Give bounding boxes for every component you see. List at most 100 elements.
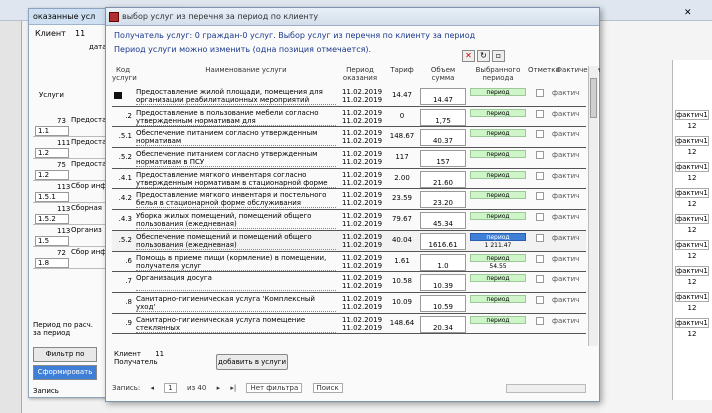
period-button[interactable]: период: [470, 274, 526, 283]
horizontal-scrollbar[interactable]: [506, 384, 586, 393]
fact-field[interactable]: фактич: [552, 296, 584, 304]
fact-field[interactable]: фактич: [552, 110, 584, 118]
select-checkbox[interactable]: [536, 109, 544, 118]
select-checkbox[interactable]: [536, 295, 544, 304]
nav-position[interactable]: 1: [164, 383, 177, 393]
select-checkbox[interactable]: [536, 171, 544, 180]
tariff-value: 10.09: [391, 297, 413, 306]
table-row[interactable]: .5.1 Обеспечение питанием согласно утверж…: [112, 127, 586, 149]
table-row[interactable]: .2 Предоставление в пользование мебели со…: [112, 107, 586, 128]
sum-field[interactable]: 23.20: [420, 191, 466, 209]
fact-field[interactable]: фактич: [552, 213, 584, 221]
period-button[interactable]: период: [470, 150, 526, 159]
select-checkbox[interactable]: [536, 89, 544, 97]
fact-field[interactable]: фактич: [552, 89, 584, 97]
table-row[interactable]: Предоставление жилой площади, помещения …: [112, 86, 586, 107]
period-button[interactable]: период: [470, 212, 526, 221]
table-row[interactable]: .6 Помощь в приеме пищи (кормление) в пом…: [112, 252, 586, 273]
sum-field[interactable]: 1.0: [420, 253, 466, 271]
add-to-services-button[interactable]: добавить в услуги: [216, 354, 288, 370]
sum-field[interactable]: 20.34: [420, 315, 466, 333]
sum-field[interactable]: 45.34: [420, 212, 466, 230]
table-row[interactable]: .9 Санитарно-гигиеническая услуга помещен…: [112, 314, 586, 335]
service-name: Обеспечение питанием согласно утвержденн…: [136, 129, 336, 147]
fact-field[interactable]: фактич: [552, 234, 584, 242]
select-checkbox[interactable]: [536, 130, 544, 139]
sum-field[interactable]: 1616.61: [420, 232, 466, 250]
date-from: 11.02.2019: [341, 232, 383, 241]
period-button[interactable]: период: [470, 170, 526, 179]
sum-field[interactable]: 10.39: [420, 274, 466, 292]
select-checkbox[interactable]: [536, 254, 544, 263]
fact-field[interactable]: фактич: [552, 130, 584, 138]
service-name: Предоставление в пользование мебели согл…: [136, 109, 336, 126]
select-checkbox[interactable]: [536, 213, 544, 222]
record-selector-icon[interactable]: [114, 92, 122, 99]
background-right-column: фактич1 12 фактич1 12 фактич1 12 фактич1 12 факт…: [672, 60, 712, 400]
refresh-icon[interactable]: ↻: [477, 50, 490, 62]
period-button[interactable]: период: [470, 294, 526, 303]
service-code-field[interactable]: 1.2: [35, 170, 69, 180]
fact-field[interactable]: фактич: [552, 255, 584, 263]
table-row[interactable]: .5.2 Обеспечение питанием согласно утверж…: [112, 148, 586, 169]
sum-field[interactable]: 1,75: [420, 108, 466, 126]
date-to: 11.02.2019: [341, 261, 383, 270]
nav-search[interactable]: Поиск: [312, 383, 343, 393]
service-name: Уборка жилых помещений, помещений общего…: [136, 212, 336, 230]
service-code-field[interactable]: 1.5.2: [35, 214, 69, 224]
service-code-field[interactable]: 1.2: [35, 148, 69, 158]
table-row[interactable]: .5.2 Обеспечение помещений и помещений об…: [112, 230, 586, 252]
period-button[interactable]: период: [470, 315, 526, 324]
period-button[interactable]: период: [470, 129, 526, 138]
sum-field[interactable]: 40.37: [420, 129, 466, 147]
nav-nofilter[interactable]: Нет фильтра: [246, 383, 303, 393]
fact-field[interactable]: фактич: [552, 192, 584, 200]
select-checkbox[interactable]: [536, 233, 544, 242]
period-button[interactable]: период: [470, 253, 526, 262]
generate-button[interactable]: Сформировать: [33, 365, 97, 380]
right-col-item: фактич1: [675, 136, 709, 146]
period-button[interactable]: период: [470, 191, 526, 200]
fact-field[interactable]: фактич: [552, 172, 584, 180]
scrollbar-thumb[interactable]: [590, 78, 597, 118]
service-name: Санитарно-гигиеническая услуга 'Комплекс…: [136, 295, 336, 312]
nav-first-icon[interactable]: ◂: [150, 384, 154, 392]
sum-field[interactable]: 10.59: [420, 294, 466, 312]
select-checkbox[interactable]: [536, 275, 544, 284]
sum-field[interactable]: 14.47: [420, 88, 466, 105]
service-code-field[interactable]: 1.1: [35, 126, 69, 136]
date-to: 11.02.2019: [341, 96, 383, 104]
fact-field[interactable]: фактич: [552, 275, 584, 283]
service-number: 113: [57, 227, 71, 235]
table-row[interactable]: .7 Организация досуга 11.02.2019 11.02.2019…: [112, 272, 586, 293]
table-row[interactable]: .4.1 Предоставление мягкого инвентаря сог…: [112, 169, 586, 190]
vertical-scrollbar[interactable]: [588, 66, 598, 346]
period-button[interactable]: период: [470, 232, 526, 241]
fact-field[interactable]: фактич: [552, 151, 584, 159]
period-button[interactable]: период: [470, 108, 526, 117]
period-button[interactable]: период: [470, 88, 526, 96]
service-name: Обеспечение помещений и помещений общего…: [136, 233, 336, 250]
right-col-value: 12: [687, 122, 697, 130]
footer-client-label: Клиент: [114, 350, 141, 358]
date-from: 11.02.2019: [341, 212, 383, 221]
filter-by-period-button[interactable]: Фильтр по периоду: [33, 347, 97, 371]
nav-last-icon[interactable]: ▸|: [230, 384, 236, 392]
fact-field[interactable]: фактич: [552, 317, 584, 325]
calendar-icon[interactable]: ▫: [492, 50, 505, 62]
select-checkbox[interactable]: [536, 192, 544, 201]
close-icon[interactable]: ✕: [684, 8, 692, 18]
service-code-field[interactable]: 1.8: [35, 258, 69, 268]
service-code-field[interactable]: 1.5.1: [35, 192, 69, 202]
service-code-field[interactable]: 1.5: [35, 236, 69, 246]
delete-icon[interactable]: ✕: [462, 50, 475, 62]
sum-field[interactable]: 157: [420, 150, 466, 168]
table-row[interactable]: .4.2 Предоставление мягкого инвентаря и п…: [112, 189, 586, 211]
table-row[interactable]: .4.3 Уборка жилых помещений, помещений об…: [112, 210, 586, 231]
right-col-item: фактич1: [675, 292, 709, 302]
select-checkbox[interactable]: [536, 151, 544, 160]
select-checkbox[interactable]: [536, 316, 544, 325]
table-row[interactable]: .8 Санитарно-гигиеническая услуга 'Компле…: [112, 293, 586, 314]
nav-next-icon[interactable]: ▸: [217, 384, 221, 392]
sum-field[interactable]: 21.60: [420, 170, 466, 188]
